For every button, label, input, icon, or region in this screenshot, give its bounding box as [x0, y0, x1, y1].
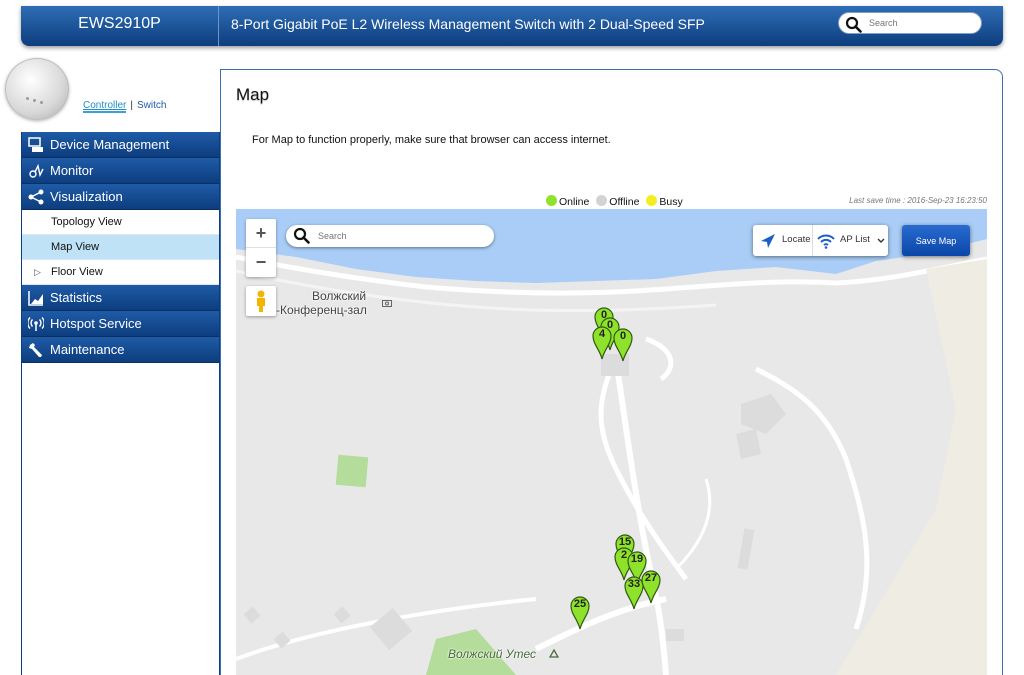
search-icon	[293, 227, 310, 244]
legend-offline-label: Offline	[609, 196, 640, 208]
map-place-label: -Конференц-зал	[276, 303, 367, 317]
ap-marker-count: 4	[598, 328, 606, 340]
sidebar-item-map-view[interactable]: Map View	[22, 235, 219, 260]
sidebar-item-label: Monitor	[50, 163, 94, 178]
controller-link[interactable]: Controller	[83, 100, 127, 113]
map-place-label: Волжский	[312, 289, 367, 303]
ap-marker[interactable]: 25	[570, 596, 590, 630]
sidebar-item-monitor[interactable]: Monitor	[22, 158, 219, 184]
ap-marker[interactable]: 4	[592, 326, 612, 360]
ap-marker-count: 27	[644, 572, 658, 584]
mode-switch: Controller | Switch	[83, 100, 166, 113]
sidebar-item-label: Topology View	[51, 216, 122, 228]
top-header-bar: EWS2910P 8-Port Gigabit PoE L2 Wireless …	[21, 6, 1003, 46]
bar-chart-icon	[28, 291, 43, 306]
map-tiles	[236, 209, 987, 675]
sidebar: Device Management Monitor Visualization …	[21, 132, 220, 675]
map-search-input[interactable]	[318, 228, 478, 243]
online-status-dot	[546, 195, 557, 206]
save-map-button[interactable]: Save Map	[902, 225, 970, 256]
zoom-out-button[interactable]: −	[246, 248, 276, 277]
expand-triangle-icon[interactable]: ▷	[34, 260, 41, 284]
ap-list-dropdown[interactable]: AP List	[813, 225, 888, 256]
device-management-icon	[28, 137, 43, 152]
monitor-icon	[29, 163, 44, 178]
sidebar-item-label: Device Management	[50, 137, 170, 152]
header-search-input[interactable]	[869, 15, 974, 31]
last-save-time: Last save time : 2016-Sep-23 16:23:50	[849, 196, 987, 205]
device-description: 8-Port Gigabit PoE L2 Wireless Managemen…	[231, 16, 705, 32]
ap-marker[interactable]: 27	[641, 570, 661, 604]
sidebar-item-label: Floor View	[51, 266, 103, 278]
device-model: EWS2910P	[21, 6, 219, 46]
sidebar-item-label: Map View	[51, 241, 100, 253]
wireless-icon	[28, 317, 44, 331]
wrench-icon	[29, 343, 42, 357]
sidebar-item-statistics[interactable]: Statistics	[22, 285, 219, 311]
status-legend: Online Offline Busy	[546, 195, 683, 208]
map-place-label: Волжский Утес	[448, 647, 536, 661]
locate-arrow-icon	[761, 234, 775, 248]
map-canvas[interactable]: + − Locate AP List	[236, 209, 987, 675]
sidebar-item-label: Visualization	[50, 189, 123, 204]
sidebar-item-visualization[interactable]: Visualization	[22, 184, 219, 210]
ap-marker-count: 19	[630, 553, 644, 565]
offline-status-dot	[596, 195, 608, 206]
wifi-icon	[817, 234, 835, 249]
page-title: Map	[236, 85, 270, 104]
chevron-down-icon	[877, 238, 885, 243]
map-search-box[interactable]	[286, 225, 494, 247]
sidebar-item-label: Hotspot Service	[50, 316, 142, 331]
search-icon	[845, 16, 862, 33]
zoom-control: + −	[246, 219, 276, 277]
locate-button[interactable]: Locate	[753, 225, 813, 256]
sidebar-item-maintenance[interactable]: Maintenance	[22, 337, 219, 363]
sidebar-item-label: Statistics	[50, 290, 103, 305]
switch-link[interactable]: Switch	[137, 100, 166, 111]
share-icon	[28, 189, 44, 205]
sidebar-item-hotspot-service[interactable]: Hotspot Service	[22, 311, 219, 337]
sidebar-item-device-management[interactable]: Device Management	[22, 132, 219, 158]
legend-online-label: Online	[559, 196, 590, 208]
street-view-pegman-button[interactable]	[246, 286, 276, 316]
sidebar-item-topology-view[interactable]: Topology View	[22, 210, 219, 235]
map-tools: Locate AP List	[753, 225, 888, 256]
device-photo	[5, 58, 69, 120]
ap-marker-count: 0	[619, 330, 627, 342]
mode-separator: |	[130, 100, 133, 111]
pegman-icon	[257, 290, 265, 312]
park-icon	[549, 649, 559, 658]
camera-icon	[382, 300, 392, 307]
ap-marker[interactable]: 0	[613, 328, 633, 362]
browser-access-notice: For Map to function properly, make sure …	[252, 134, 611, 146]
sidebar-item-label: Maintenance	[50, 342, 125, 357]
zoom-in-button[interactable]: +	[246, 219, 276, 248]
busy-status-dot	[646, 195, 658, 206]
locate-label: Locate	[782, 234, 811, 245]
ap-list-label: AP List	[840, 234, 870, 245]
sidebar-item-floor-view[interactable]: ▷ Floor View	[22, 260, 219, 285]
legend-busy-label: Busy	[659, 196, 683, 208]
ap-marker-count: 25	[573, 598, 587, 610]
header-search-box[interactable]	[838, 12, 982, 34]
